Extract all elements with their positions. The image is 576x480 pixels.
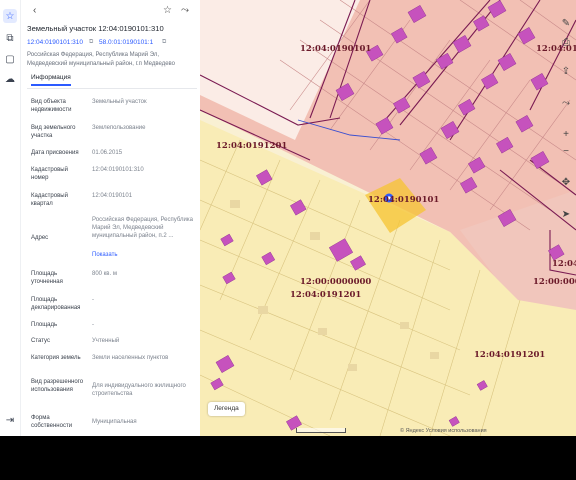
prop-label: Вид разрешенного использования — [31, 379, 84, 393]
prop-label: Адрес — [31, 235, 49, 241]
logout-icon[interactable]: ⇥ — [3, 413, 17, 427]
quarter-label: 12:04:0191201 — [290, 290, 362, 300]
prop-label: Вид объекта недвижимости — [31, 99, 72, 113]
quarter-label: 12:04:0190101 — [368, 195, 440, 205]
cloud-icon[interactable]: ☁ — [3, 72, 17, 86]
copy-icon[interactable]: ⧉ — [89, 39, 93, 46]
prop-value: - — [92, 297, 94, 303]
legend-button[interactable]: Легенда — [208, 402, 245, 416]
share-icon[interactable]: ⤳ — [181, 5, 189, 16]
prop-value: - — [92, 322, 94, 328]
prop-value: 01.06.2015 — [92, 150, 123, 156]
prop-value: 12:04:0190101 — [92, 193, 133, 199]
prop-value: Земельный участок — [92, 99, 147, 105]
prop-label: Форма собственности — [31, 415, 73, 429]
quarter-label: 12:00:0000000 — [300, 277, 372, 287]
map-canvas[interactable] — [200, 0, 576, 436]
favorite-icon[interactable]: ☆ — [163, 5, 172, 16]
square-icon[interactable]: ▢ — [3, 52, 17, 66]
map-attribution[interactable]: © Яндекс Условия использования — [400, 428, 487, 434]
star-icon[interactable]: ☆ — [3, 9, 17, 23]
print-icon[interactable]: ⎙ — [558, 35, 574, 49]
prop-value: Земли населенных пунктов — [92, 355, 169, 361]
prop-value: Российская Федерация, Республика Марий Э… — [92, 217, 193, 239]
cadastral-map[interactable]: 12:04:0190101 12:04:0190101 12:04:019120… — [200, 0, 576, 436]
quarter-label: 12:04:0190101 — [300, 44, 372, 54]
prop-label: Кадастровый квартал — [31, 193, 68, 207]
zoom-out-icon[interactable]: − — [558, 144, 574, 158]
object-info-panel: ‹ ☆ ⤳ Земельный участок 12:04:0190101:31… — [21, 0, 200, 436]
copy-icon[interactable]: ⧉ — [162, 39, 166, 46]
tab-bar: Информация — [27, 71, 197, 89]
pencil-icon[interactable]: ✎ — [558, 16, 574, 30]
back-icon[interactable]: ‹ — [33, 5, 36, 16]
tab-information[interactable]: Информация — [31, 74, 71, 86]
left-rail: ☆ ⧉ ▢ ☁ ⇥ — [0, 0, 21, 436]
address-more-link[interactable]: Показать — [92, 251, 196, 259]
address-summary: Российская Федерация, Республика Марий Э… — [27, 52, 175, 67]
quarter-label: 12:04:0191201 — [474, 350, 546, 360]
prop-value: 12:04:0190101:310 — [92, 167, 144, 173]
quarter-label: 12:04:0191201 — [552, 259, 576, 269]
share-icon[interactable]: ⤳ — [558, 96, 574, 110]
quarter-label: 12:00:0000000 — [533, 277, 576, 287]
prop-value: Для индивидуального жилищного строительс… — [92, 383, 186, 397]
prop-label: Площадь уточненная — [31, 271, 63, 285]
prop-value: Учтенный — [92, 338, 120, 344]
prop-value: 800 кв. м — [92, 271, 117, 277]
prop-label: Вид земельного участка — [31, 125, 76, 139]
prop-value: Муниципальная — [92, 419, 137, 425]
upload-icon[interactable]: ⇪ — [558, 64, 574, 78]
prop-label: Площадь декларированная — [31, 297, 81, 311]
prop-value: Землепользование — [92, 125, 146, 131]
prop-label: Дата присвоения — [31, 150, 79, 156]
zoom-in-icon[interactable]: + — [558, 127, 574, 141]
prop-label: Статус — [31, 338, 50, 344]
secondary-id-link[interactable]: 58.0:01:0190101:1 — [99, 39, 153, 46]
layers-icon[interactable]: ⧉ — [3, 31, 17, 45]
move-icon[interactable]: ✥ — [558, 175, 574, 189]
locate-icon[interactable]: ➤ — [558, 207, 574, 221]
cadastral-id-link[interactable]: 12:04:0190101:310 — [27, 39, 83, 46]
prop-label: Кадастровый номер — [31, 167, 68, 181]
quarter-label: 12:04:0191201 — [216, 141, 288, 151]
prop-label: Площадь — [31, 322, 58, 328]
scale-bar — [296, 428, 346, 433]
prop-label: Категория земель — [31, 355, 81, 361]
app-window: ☆ ⧉ ▢ ☁ ⇥ ‹ ☆ ⤳ Земельный участок 12:04:… — [0, 0, 576, 436]
object-title: Земельный участок 12:04:0190101:310 — [27, 24, 164, 33]
